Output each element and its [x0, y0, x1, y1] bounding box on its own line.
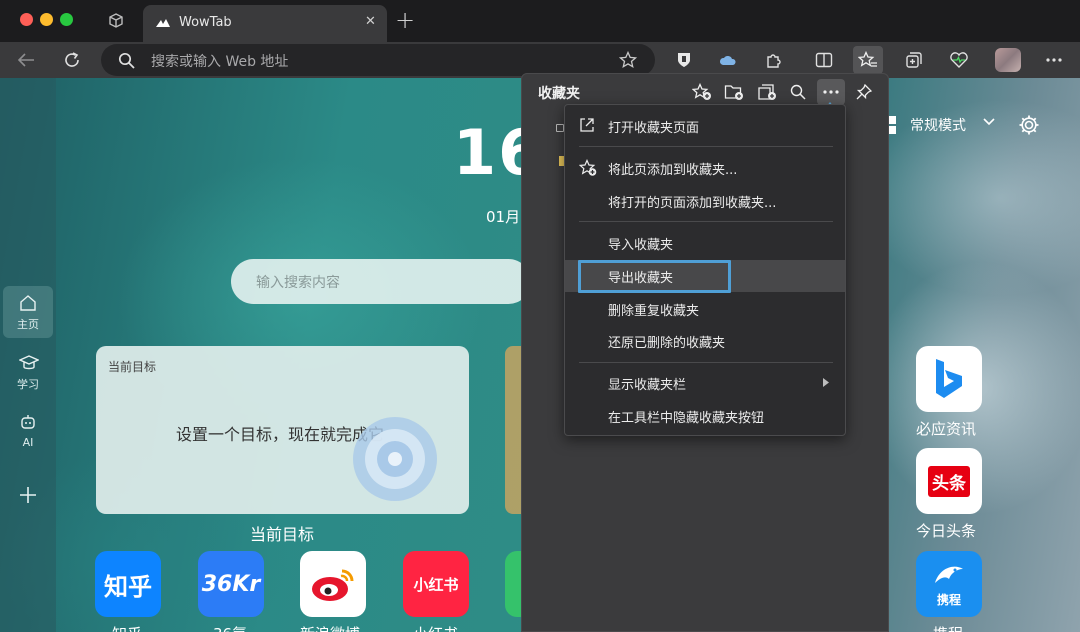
favorites-panel-title: 收藏夹 [538, 86, 580, 102]
sidebar-item-ai[interactable]: AI [3, 406, 53, 458]
xiaohongshu-logo-icon: 小红书 [413, 575, 459, 594]
tab-wowtab[interactable]: WowTab ✕ [143, 5, 387, 42]
app-label: 小红书 [413, 623, 458, 632]
app-ctrip[interactable]: 携程 [916, 551, 982, 617]
shield-extension-icon[interactable] [669, 46, 699, 74]
menu-item-hide-favorites-button[interactable]: 在工具栏中隐藏收藏夹按钮 [565, 400, 845, 432]
address-bar[interactable]: 搜索或输入 Web 地址 [101, 44, 655, 76]
sidebar-add-button[interactable] [3, 478, 53, 530]
wowtab-logo-icon [155, 17, 171, 29]
chevron-right-icon [823, 378, 829, 387]
clock-date: 01月 [486, 208, 521, 226]
sidebar-item-home[interactable]: 主页 [3, 286, 53, 338]
app-xiaohongshu[interactable]: 小红书 [403, 551, 469, 617]
goal-card-caption: 当前目标 [250, 525, 315, 544]
workspaces-icon[interactable] [107, 12, 125, 30]
app-weibo[interactable] [300, 551, 366, 617]
new-tab-button[interactable]: + [395, 6, 415, 34]
favorites-more-menu: 打开收藏夹页面 将此页添加到收藏夹... 将打开的页面添加到收藏夹... 导入收… [564, 104, 846, 436]
profile-avatar[interactable] [993, 46, 1023, 74]
goal-card[interactable]: 当前目标 设置一个目标，现在就完成它 [96, 346, 469, 514]
menu-item-remove-duplicates[interactable]: 删除重复收藏夹 [565, 293, 845, 325]
add-favorite-star-icon[interactable] [619, 51, 637, 69]
home-icon [19, 294, 37, 312]
menu-item-show-favorites-bar[interactable]: 显示收藏夹栏 [565, 367, 845, 399]
toutiao-logo-icon: 头条 [928, 465, 970, 497]
extensions-puzzle-icon[interactable] [759, 46, 789, 74]
menu-item-restore-deleted[interactable]: 还原已删除的收藏夹 [565, 325, 845, 357]
ctrip-dolphin-icon [935, 566, 963, 583]
menu-item-add-this-page[interactable]: 将此页添加到收藏夹... [565, 152, 845, 184]
pin-panel-icon[interactable] [850, 79, 878, 105]
settings-gear-icon[interactable] [1018, 114, 1040, 136]
search-icon [118, 52, 135, 69]
address-input[interactable]: 搜索或输入 Web 地址 [151, 51, 288, 71]
sidebar-item-study[interactable]: 学习 [3, 346, 53, 398]
add-tab-group-icon[interactable] [753, 79, 781, 105]
add-folder-icon[interactable] [720, 79, 748, 105]
target-icon [348, 412, 443, 507]
weibo-logo-icon [310, 565, 356, 603]
menu-item-open-favorites-page[interactable]: 打开收藏夹页面 [565, 110, 845, 142]
mode-selector[interactable]: 常规模式 [910, 115, 966, 135]
sidebar-item-label: AI [22, 436, 34, 449]
minimize-window-button[interactable] [40, 13, 53, 26]
graduation-cap-icon [19, 354, 39, 372]
menu-item-export-favorites[interactable]: 导出收藏夹 [565, 260, 845, 292]
tab-title: WowTab [179, 15, 232, 30]
menu-divider [579, 146, 833, 147]
goal-card-title: 当前目标 [108, 360, 157, 374]
open-external-icon [579, 117, 597, 135]
grid-view-icon[interactable] [888, 116, 898, 134]
collections-icon[interactable] [899, 46, 929, 74]
36kr-logo-icon: 36Kr [201, 571, 261, 597]
app-bing-news[interactable] [916, 346, 982, 412]
close-tab-icon[interactable]: ✕ [365, 14, 376, 29]
menu-divider [579, 221, 833, 222]
close-window-button[interactable] [20, 13, 33, 26]
menu-divider [579, 362, 833, 363]
robot-icon [19, 414, 37, 432]
partially-hidden-app [505, 551, 521, 617]
app-label: 36氪 [213, 623, 247, 632]
title-bar: WowTab ✕ + [0, 0, 1080, 42]
app-label: 新浪微博 [300, 623, 360, 632]
zhihu-logo-icon: 知乎 [104, 572, 152, 601]
star-add-icon [579, 159, 597, 177]
app-label: 必应资讯 [916, 420, 977, 438]
refresh-button[interactable] [57, 46, 87, 74]
newtab-search-box[interactable]: 输入搜索内容 [231, 259, 531, 304]
app-toutiao[interactable]: 头条 [916, 448, 982, 514]
favorites-button[interactable] [853, 46, 883, 74]
chevron-down-icon[interactable] [983, 118, 995, 126]
sidebar-item-label: 学习 [17, 378, 39, 391]
split-screen-icon[interactable] [809, 46, 839, 74]
favorite-star-icon [556, 124, 564, 132]
newtab-search-input[interactable]: 输入搜索内容 [256, 272, 340, 292]
newtab-sidebar: 主页 学习 AI [0, 78, 56, 632]
partially-hidden-card [505, 346, 521, 514]
app-label: 今日头条 [916, 522, 977, 540]
app-label: 携程 [933, 623, 963, 632]
menu-item-add-open-pages[interactable]: 将打开的页面添加到收藏夹... [565, 185, 845, 217]
add-page-to-favorites-icon[interactable] [688, 79, 716, 105]
bing-logo-icon [932, 357, 966, 401]
search-favorites-icon[interactable] [784, 79, 812, 105]
app-36kr[interactable]: 36Kr [198, 551, 264, 617]
app-label: 知乎 [112, 623, 142, 632]
zoom-window-button[interactable] [60, 13, 73, 26]
ctrip-logo-text: 携程 [936, 592, 961, 607]
menu-item-import-favorites[interactable]: 导入收藏夹 [565, 227, 845, 259]
browser-essentials-heart-icon[interactable] [944, 46, 974, 74]
more-menu-icon[interactable] [1039, 46, 1069, 74]
cloud-extension-icon[interactable] [713, 46, 743, 74]
app-zhihu[interactable]: 知乎 [95, 551, 161, 617]
sidebar-item-label: 主页 [17, 318, 39, 331]
back-button[interactable] [11, 46, 41, 74]
plus-icon [19, 486, 37, 504]
